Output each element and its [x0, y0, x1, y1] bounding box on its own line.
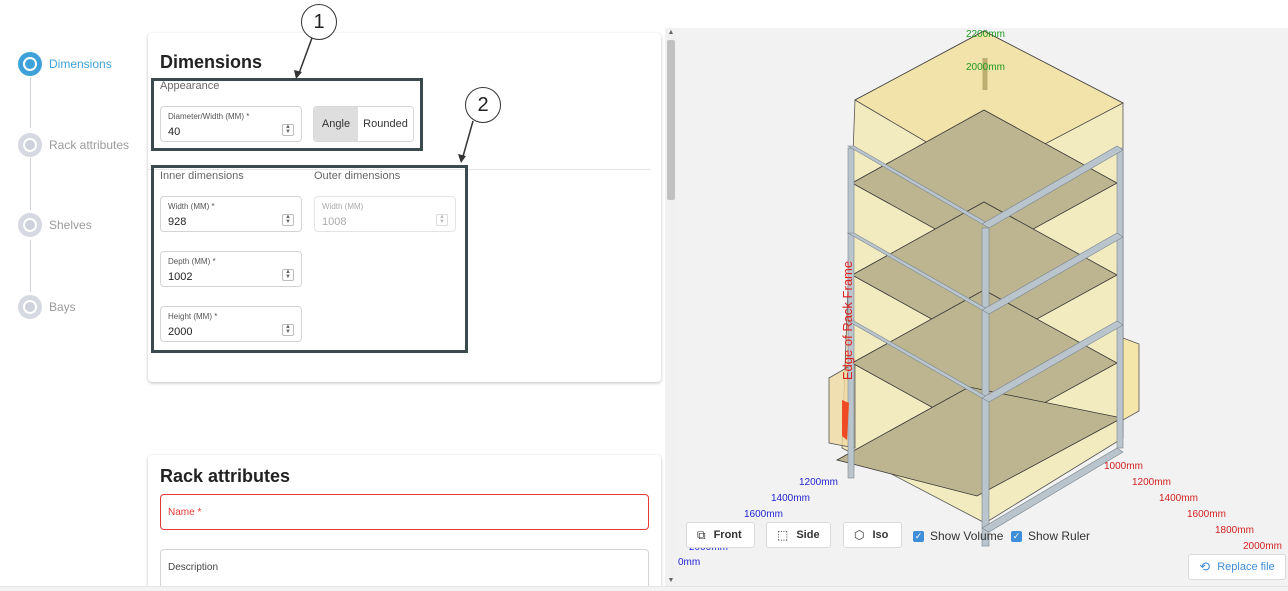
ruler-blue-label: 1200mm — [799, 477, 838, 488]
ruler-red-label: 1400mm — [1159, 493, 1198, 504]
scroll-thumb[interactable] — [667, 40, 675, 200]
rack-frame-label: Edge of Rack Frame — [840, 260, 856, 381]
ruler-red-label: 2000mm — [1243, 541, 1282, 552]
front-view-button[interactable]: ⧉ Front — [686, 522, 755, 548]
ruler-blue-label: 1400mm — [771, 493, 810, 504]
show-ruler-checkbox[interactable]: ✓ Show Ruler — [1011, 529, 1090, 543]
ruler-blue-label: 0mm — [678, 557, 701, 568]
ruler-blue-label: 1600mm — [744, 509, 783, 520]
scrollbar[interactable]: ▲ ▼ — [665, 28, 677, 586]
iso-view-button[interactable]: ⬡ Iso — [843, 522, 902, 548]
ruler-red-label: 1800mm — [1215, 525, 1254, 536]
front-view-icon: ⧉ — [697, 527, 706, 542]
replace-file-label: Replace file — [1217, 561, 1275, 573]
ruler-red-label: 1600mm — [1187, 509, 1226, 520]
bottom-bar — [0, 586, 1288, 591]
ruler-height-label: 2200mm — [966, 29, 1005, 40]
scroll-down-icon[interactable]: ▼ — [665, 576, 677, 586]
show-ruler-label: Show Ruler — [1028, 529, 1091, 543]
description-placeholder: Description — [168, 562, 219, 573]
name-placeholder: Name * — [168, 507, 202, 518]
3d-viewer[interactable]: Edge of Rack Frame 2200mm 2000mm 1200mm … — [677, 28, 1288, 586]
side-view-label: Side — [796, 529, 820, 541]
checkbox-checked-icon: ✓ — [913, 530, 924, 542]
rack-attributes-title: Rack attributes — [160, 466, 291, 486]
description-field[interactable]: Description — [160, 549, 649, 591]
checkbox-checked-icon: ✓ — [1011, 530, 1022, 542]
name-field[interactable]: Name * — [160, 494, 649, 530]
side-view-button[interactable]: ⬚ Side — [766, 522, 831, 548]
replace-file-button[interactable]: ⟲ Replace file — [1188, 554, 1286, 580]
iso-cube-icon: ⬡ — [854, 528, 865, 542]
front-view-label: Front — [713, 529, 742, 541]
show-volume-label: Show Volume — [930, 529, 1004, 543]
ruler-red-label: 1000mm — [1104, 461, 1143, 472]
side-view-icon: ⬚ — [777, 528, 789, 542]
replace-file-icon: ⟲ — [1199, 559, 1211, 574]
annotation-marker-2: 2 — [465, 87, 501, 123]
ruler-height-label: 2000mm — [966, 62, 1005, 73]
iso-view-label: Iso — [872, 529, 889, 541]
ruler-red-label: 1200mm — [1132, 477, 1171, 488]
show-volume-checkbox[interactable]: ✓ Show Volume — [913, 529, 1003, 543]
scroll-up-icon[interactable]: ▲ — [665, 28, 677, 38]
annotation-marker-1: 1 — [301, 4, 337, 40]
